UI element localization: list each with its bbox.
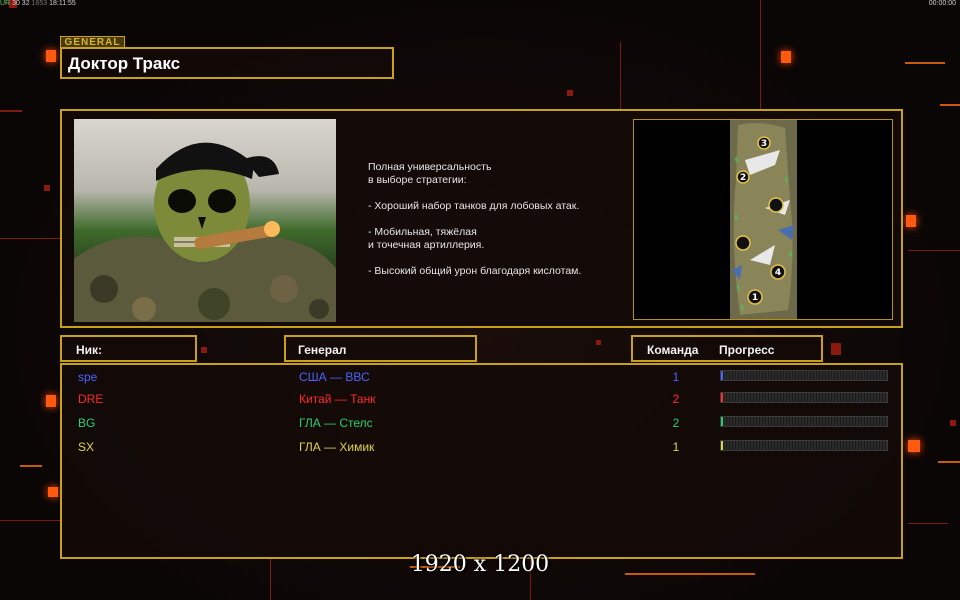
header-general-box: Генерал [284, 335, 477, 362]
player-general: ГЛА — Стелс [299, 416, 373, 430]
deco-line [908, 523, 948, 524]
svg-text:$: $ [734, 214, 738, 222]
deco-square [596, 340, 601, 345]
deco-square [906, 215, 916, 227]
general-name: Доктор Тракс [68, 54, 181, 73]
resolution-watermark: 1920 x 1200 [410, 552, 550, 577]
svg-text:$: $ [740, 304, 744, 312]
player-progress-bar [720, 416, 888, 427]
player-progress-bar [720, 370, 888, 381]
general-portrait [74, 119, 336, 322]
deco-line [0, 110, 22, 112]
player-row: DRE Китай — Танк 2 [62, 389, 901, 409]
deco-square [950, 420, 956, 426]
player-progress-fill [721, 441, 723, 450]
svg-text:$: $ [784, 176, 788, 184]
header-general: Генерал [298, 343, 347, 357]
deco-line [908, 250, 960, 251]
deco-square [908, 440, 920, 452]
svg-text:$: $ [734, 156, 738, 164]
player-team: 2 [672, 416, 680, 430]
deco-line [0, 520, 60, 521]
player-general: США — ВВС [299, 370, 370, 384]
spawn-label: 2 [740, 173, 746, 183]
deco-line [0, 238, 60, 239]
player-row: BG ГЛА — Стелс 2 [62, 413, 901, 433]
player-progress-fill [721, 393, 723, 402]
player-progress-bar [720, 440, 888, 451]
player-nick: DRE [78, 392, 104, 406]
player-general: ГЛА — Химик [299, 440, 375, 454]
header-team: Команда [647, 343, 699, 357]
player-team: 1 [672, 440, 680, 454]
player-row: spe США — ВВС 1 [62, 367, 901, 387]
skull-portrait-image [74, 142, 336, 322]
deco-square [46, 395, 56, 407]
player-general: Китай — Танк [299, 392, 376, 406]
hud-fps: 30 32 [12, 0, 30, 7]
minimap-frame: 3 2 4 1 $ $ $ $ $ $ [633, 119, 893, 320]
deco-square [201, 347, 207, 353]
player-progress-fill [721, 417, 723, 426]
header-nick-box: Ник: [60, 335, 197, 362]
minimap: 3 2 4 1 $ $ $ $ $ $ [730, 120, 797, 319]
general-info-panel: Полная универсальность в выборе стратеги… [60, 109, 903, 328]
hud-clock: 18:11:55 [49, 0, 76, 7]
deco-square [567, 90, 573, 96]
player-nick: SX [78, 440, 95, 454]
deco-line [620, 42, 621, 110]
player-row: SX ГЛА — Химик 1 [62, 437, 901, 457]
spawn-label: 4 [775, 268, 781, 278]
header-team-progress-box: Команда Прогресс [631, 335, 823, 362]
hud-ping: 1653 [31, 0, 48, 7]
player-nick: spe [78, 370, 98, 384]
deco-square [781, 51, 791, 63]
general-title-box: Доктор Тракс [60, 47, 394, 79]
minimap-image: 3 2 4 1 $ $ $ $ $ $ [730, 120, 797, 319]
spawn-label: 1 [752, 293, 758, 303]
deco-line [938, 461, 960, 463]
header-progress: Прогресс [719, 343, 775, 357]
players-panel: spe США — ВВС 1 DRE Китай — Танк 2 BG ГЛ… [60, 363, 903, 559]
deco-line [760, 0, 761, 110]
player-progress-fill [721, 371, 723, 380]
deco-square [48, 487, 58, 497]
player-nick: BG [78, 416, 96, 430]
svg-text:$: $ [788, 250, 792, 258]
player-team: 2 [672, 392, 680, 406]
deco-square [831, 343, 841, 355]
deco-line [905, 62, 945, 64]
svg-text:$: $ [736, 284, 740, 292]
deco-square [44, 185, 50, 191]
deco-line [20, 465, 42, 467]
deco-line [940, 104, 960, 106]
general-description: Полная универсальность в выборе стратеги… [368, 161, 582, 277]
hud-stats: UR 30 32 1653 18:11:55 [0, 0, 76, 7]
spawn-label: 3 [761, 139, 767, 149]
player-progress-bar [720, 392, 888, 403]
player-team: 1 [672, 370, 680, 384]
deco-square [46, 50, 56, 62]
hud-timer: 00:00:00 [928, 0, 956, 7]
hud-ur: UR [0, 0, 11, 7]
header-nick: Ник: [76, 343, 103, 357]
